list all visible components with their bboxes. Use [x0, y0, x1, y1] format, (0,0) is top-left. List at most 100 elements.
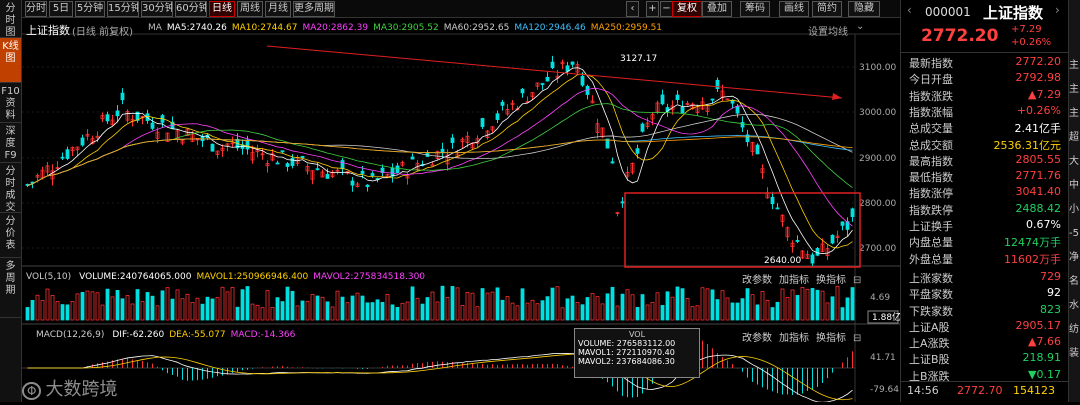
candle-body: [120, 92, 125, 101]
volume-bar: [320, 296, 325, 321]
macd-button-1[interactable]: 加指标: [779, 333, 809, 344]
volume-bar: [840, 307, 845, 321]
volume-bar: [270, 307, 275, 321]
quote-label: 下跌家数: [909, 304, 953, 318]
stock-name: 上证指数: [983, 4, 1044, 22]
toolbar-button-5[interactable]: 隐藏: [848, 1, 880, 17]
candle-body: [850, 208, 855, 218]
volume-bar: [590, 293, 595, 321]
volume-bar: [495, 287, 500, 321]
quote-row: 上证B股 218.91: [909, 351, 1061, 367]
volume-bar: [700, 287, 705, 321]
volume-bar: [650, 301, 655, 321]
toolbar-button-0[interactable]: 复权: [672, 1, 702, 17]
volume-bar: [815, 289, 820, 321]
volume-bar: [465, 291, 470, 321]
volume-bar: [850, 287, 855, 321]
quote-row: 指数涨幅 +0.26%: [909, 104, 1061, 120]
highlight-box: [624, 192, 861, 268]
chevron-left-icon[interactable]: ‹: [626, 1, 639, 17]
legend-item: MA120:2946.46: [514, 23, 586, 33]
vol-title: VOL(5,10): [26, 272, 72, 282]
close-icon[interactable]: ⊟: [853, 333, 861, 344]
vol-button-2[interactable]: 换指标: [816, 275, 846, 286]
volume-bar: [100, 304, 105, 321]
volume-bar: [160, 290, 165, 321]
quote-label: 平盘家数: [909, 288, 953, 302]
right-edge-panel: 主主主超大中小 -5 净名水纺装: [1068, 0, 1080, 402]
zoom-in-icon[interactable]: +: [646, 1, 659, 17]
toolbar-button-2[interactable]: 筹码: [740, 1, 770, 17]
edge-text: 主: [1069, 108, 1079, 119]
period-tab-1[interactable]: 5日: [49, 1, 73, 17]
volume-bar: [640, 294, 645, 321]
volume-bar: [835, 285, 840, 321]
legend-item: MA30:2905.52: [373, 23, 439, 33]
side-tab[interactable]: 分 时 成 交: [0, 163, 21, 213]
vol-button-1[interactable]: 加指标: [779, 275, 809, 286]
chevron-left-icon[interactable]: ‹: [907, 3, 912, 17]
edge-text: 超: [1069, 132, 1079, 143]
volume-bar: [370, 302, 375, 321]
side-tab[interactable]: K线 图: [0, 38, 21, 83]
candle-body: [580, 76, 585, 86]
candle-body: [710, 98, 715, 101]
candle-body: [540, 83, 545, 85]
candle-body: [795, 240, 800, 242]
vol-button-0[interactable]: 改参数: [742, 275, 772, 286]
period-tab-7[interactable]: 周线: [237, 1, 263, 17]
chevron-down-icon[interactable]: ⌄: [856, 21, 864, 32]
close-icon[interactable]: ⊟: [853, 275, 861, 286]
period-tab-3[interactable]: 15分钟: [107, 1, 139, 17]
candle-body: [640, 123, 645, 132]
volume-bar: [125, 295, 130, 321]
side-tab[interactable]: 深 度 F9: [0, 123, 21, 163]
period-tab-0[interactable]: 分时: [25, 1, 47, 17]
edge-text: -5: [1069, 228, 1079, 239]
side-tab[interactable]: F10 资 料: [0, 83, 21, 123]
side-tab[interactable]: 多 周 期: [0, 258, 21, 318]
quote-row: 上证A股 2905.17: [909, 319, 1061, 335]
legend-item: MAVOL1:250966946.400: [196, 272, 309, 282]
candle-body: [390, 168, 395, 177]
period-tab-8[interactable]: 月线: [265, 1, 291, 17]
toolbar-button-4[interactable]: 简约: [812, 1, 842, 17]
volume-bar: [95, 292, 100, 321]
edge-text: 水: [1069, 300, 1079, 311]
candle-body: [440, 148, 445, 153]
period-tab-2[interactable]: 5分钟: [75, 1, 105, 17]
volume-bar: [710, 289, 715, 321]
side-tab[interactable]: 分 价 表: [0, 213, 21, 258]
period-tab-9[interactable]: 更多周期: [293, 1, 335, 17]
volume-bar: [680, 288, 685, 321]
volume-bar: [85, 290, 90, 321]
candle-body: [60, 156, 65, 159]
side-tab[interactable]: 分 时 图: [0, 0, 21, 38]
quote-label: 上涨家数: [909, 271, 953, 285]
edge-text: 装: [1069, 348, 1079, 359]
volume-bar: [595, 296, 600, 321]
ma-settings-button[interactable]: 设置均线: [808, 23, 848, 38]
kline-chart-area[interactable]: 3100.00 3000.00 2900.00 2800.00 2700.00 4.69 1…: [22, 18, 901, 403]
toolbar-button-1[interactable]: 叠加: [702, 1, 732, 17]
toolbar-button-3[interactable]: 画线: [779, 1, 809, 17]
period-tab-5[interactable]: 60分钟: [175, 1, 207, 17]
macd-button-2[interactable]: 换指标: [816, 333, 846, 344]
y-tick-label: 2800.00: [859, 199, 896, 209]
volume-bar: [35, 294, 40, 321]
volume-bar: [180, 298, 185, 321]
volume-bar: [375, 299, 380, 321]
volume-bar: [120, 298, 125, 321]
dif-line: [27, 352, 853, 403]
chevron-right-icon[interactable]: ›: [1055, 3, 1060, 17]
quote-row: 上证换手 0.67%: [909, 218, 1061, 234]
volume-bar: [415, 297, 420, 321]
legend-item: MA250:2959.51: [590, 23, 663, 33]
macd-button-0[interactable]: 改参数: [742, 333, 772, 344]
quote-row: 最低指数 2771.76: [909, 169, 1061, 185]
quote-row: 最高指数 2805.55: [909, 153, 1061, 169]
volume-bar: [310, 293, 315, 321]
period-tab-6[interactable]: 日线: [209, 1, 235, 17]
volume-bar: [440, 285, 445, 321]
period-tab-4[interactable]: 30分钟: [141, 1, 173, 17]
